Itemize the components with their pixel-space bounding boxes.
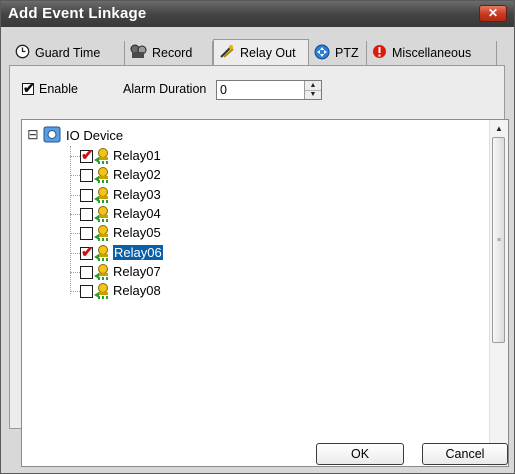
tree-item-relay[interactable]: Relay08 <box>22 282 222 300</box>
relay-checkbox[interactable] <box>80 169 93 182</box>
tab-record-label: Record <box>152 46 193 60</box>
record-icon <box>130 44 147 62</box>
spinner-down-icon[interactable]: ▼ <box>305 90 321 99</box>
tab-ptz[interactable]: PTZ <box>309 41 367 65</box>
scroll-up-icon[interactable]: ▲ <box>490 120 508 137</box>
relay-checkbox[interactable] <box>80 208 93 221</box>
alarm-duration-value[interactable]: 0 <box>220 83 227 97</box>
relay-icon <box>93 186 110 207</box>
tree-branch-line <box>70 175 80 176</box>
relay-out-panel: ✔ Enable Alarm Duration 0 ▲ ▼ ⊟ IO Devic… <box>9 65 509 467</box>
relay-icon <box>93 224 110 245</box>
tab-strip: Guard Time Record Relay Out PTZ Miscella… <box>10 39 506 65</box>
tab-miscellaneous[interactable]: Miscellaneous <box>367 41 497 65</box>
check-mark-icon: ✔ <box>81 244 94 261</box>
cancel-button[interactable]: Cancel <box>422 443 508 465</box>
tree-branch-line <box>70 156 80 157</box>
tree-branch-line <box>70 253 80 254</box>
tab-guard-time[interactable]: Guard Time <box>10 41 125 65</box>
tree-item-relay[interactable]: ✔ Relay01 <box>22 147 222 165</box>
tab-relay-out-label: Relay Out <box>240 45 296 60</box>
relay-label: Relay07 <box>113 264 161 279</box>
relay-checkbox[interactable]: ✔ <box>80 244 94 261</box>
tab-guard-time-label: Guard Time <box>35 46 101 60</box>
tree-item-relay[interactable]: Relay05 <box>22 224 222 242</box>
relay-checkbox[interactable] <box>80 285 93 298</box>
relay-icon <box>93 282 110 303</box>
tab-ptz-label: PTZ <box>335 46 359 60</box>
tree-item-relay[interactable]: Relay03 <box>22 186 222 204</box>
grip-icon: ≡ <box>497 237 502 244</box>
tree-branch-line <box>70 195 80 196</box>
tab-miscellaneous-label: Miscellaneous <box>392 46 472 60</box>
io-device-icon <box>43 126 61 146</box>
tree-branch-line <box>70 272 80 273</box>
relay-label: Relay08 <box>113 283 161 298</box>
relay-checkbox[interactable] <box>80 189 93 202</box>
relay-label: Relay05 <box>113 225 161 240</box>
tree-item-relay[interactable]: Relay07 <box>22 263 222 281</box>
relay-checkbox[interactable] <box>80 266 93 279</box>
relay-icon <box>93 263 110 284</box>
check-mark-icon: ✔ <box>23 80 35 96</box>
tree-vertical-scrollbar[interactable]: ▲ ≡ ▼ <box>489 120 508 466</box>
relay-checkbox[interactable] <box>80 227 93 240</box>
title-bar[interactable]: Add Event Linkage ✕ <box>1 1 514 27</box>
relay-label: Relay03 <box>113 187 161 202</box>
clock-icon <box>15 44 30 62</box>
relay-label: Relay04 <box>113 206 161 221</box>
alarm-duration-label: Alarm Duration <box>123 82 207 96</box>
relay-icon <box>93 147 110 168</box>
tree-item-relay[interactable]: ✔ Relay06 <box>22 244 222 262</box>
relay-icon <box>219 44 235 62</box>
tree-branch-line <box>70 233 80 234</box>
add-event-linkage-dialog: Add Event Linkage ✕ Guard Time Record Re… <box>0 0 515 474</box>
alarm-duration-spinner[interactable]: 0 ▲ ▼ <box>216 80 322 100</box>
tree-branch-line <box>70 214 80 215</box>
io-device-tree[interactable]: ⊟ IO Device ✔ Relay01 Relay02 Relay03 Relay0… <box>21 119 509 467</box>
tree-branch-line <box>70 291 80 292</box>
relay-label: Relay06 <box>113 245 163 260</box>
close-button[interactable]: ✕ <box>479 5 507 22</box>
relay-label: Relay01 <box>113 148 161 163</box>
collapse-icon[interactable]: ⊟ <box>27 126 39 143</box>
scroll-thumb[interactable]: ≡ <box>492 137 505 343</box>
alert-icon <box>372 44 387 62</box>
relay-label: Relay02 <box>113 167 161 182</box>
tab-relay-out[interactable]: Relay Out <box>213 39 309 65</box>
relay-icon <box>93 205 110 226</box>
tree-item-relay[interactable]: Relay02 <box>22 166 222 184</box>
tree-item-relay[interactable]: Relay04 <box>22 205 222 223</box>
enable-checkbox[interactable]: ✔ <box>22 80 35 96</box>
tree-root-label: IO Device <box>66 128 124 143</box>
relay-icon <box>93 166 110 187</box>
ok-button[interactable]: OK <box>316 443 404 465</box>
spinner-buttons: ▲ ▼ <box>304 81 321 99</box>
relay-icon <box>93 244 110 265</box>
enable-label: Enable <box>39 82 78 96</box>
tree-root-io-device[interactable]: ⊟ IO Device <box>27 126 167 146</box>
ptz-icon <box>314 44 330 63</box>
check-mark-icon: ✔ <box>81 147 94 164</box>
relay-checkbox[interactable]: ✔ <box>80 147 94 164</box>
tab-record[interactable]: Record <box>125 41 213 65</box>
dialog-title: Add Event Linkage <box>8 5 147 22</box>
